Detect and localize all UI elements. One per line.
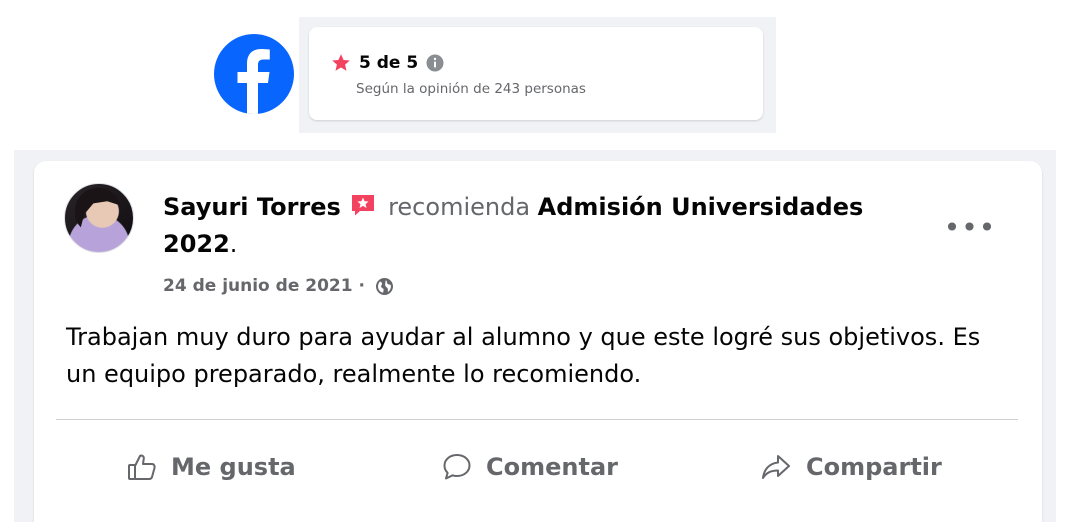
post-background: Sayuri Torres recomienda Admisión Univer… (14, 150, 1056, 522)
rating-subtitle: Según la opinión de 243 personas (356, 81, 586, 97)
meta-separator: · (352, 276, 371, 296)
post-header: Sayuri Torres recomienda Admisión Univer… (163, 189, 923, 263)
rating-value: 5 de 5 (359, 53, 419, 73)
info-icon[interactable] (426, 54, 444, 72)
comment-icon (443, 454, 471, 480)
globe-icon[interactable] (375, 277, 394, 296)
rating-panel: 5 de 5 Según la opinión de 243 personas (299, 17, 776, 133)
star-icon (331, 53, 351, 73)
avatar[interactable] (64, 183, 134, 253)
thumbs-up-icon (128, 454, 156, 480)
header-trailing: . (229, 230, 238, 258)
recommendation-post: Sayuri Torres recomienda Admisión Univer… (34, 161, 1042, 522)
comment-button[interactable]: Comentar (442, 445, 618, 489)
more-options-button[interactable]: ••• (944, 209, 996, 245)
like-button[interactable]: Me gusta (127, 445, 296, 489)
share-label: Compartir (806, 453, 942, 481)
recommends-verb: recomienda (388, 193, 531, 221)
rating-line: 5 de 5 (331, 51, 444, 75)
post-body: Trabajan muy duro para ayudar al alumno … (66, 323, 981, 388)
rating-card: 5 de 5 Según la opinión de 243 personas (309, 27, 763, 120)
divider (56, 419, 1018, 420)
recommendation-badge-icon (350, 191, 376, 216)
post-meta: 24 de junio de 2021 · (163, 274, 394, 298)
share-button[interactable]: Compartir (760, 445, 942, 489)
post-date[interactable]: 24 de junio de 2021 (163, 276, 353, 296)
comment-label: Comentar (486, 453, 618, 481)
share-arrow-icon (762, 455, 790, 479)
like-label: Me gusta (171, 453, 296, 481)
facebook-logo-icon (214, 34, 294, 114)
author-name[interactable]: Sayuri Torres (163, 193, 341, 221)
